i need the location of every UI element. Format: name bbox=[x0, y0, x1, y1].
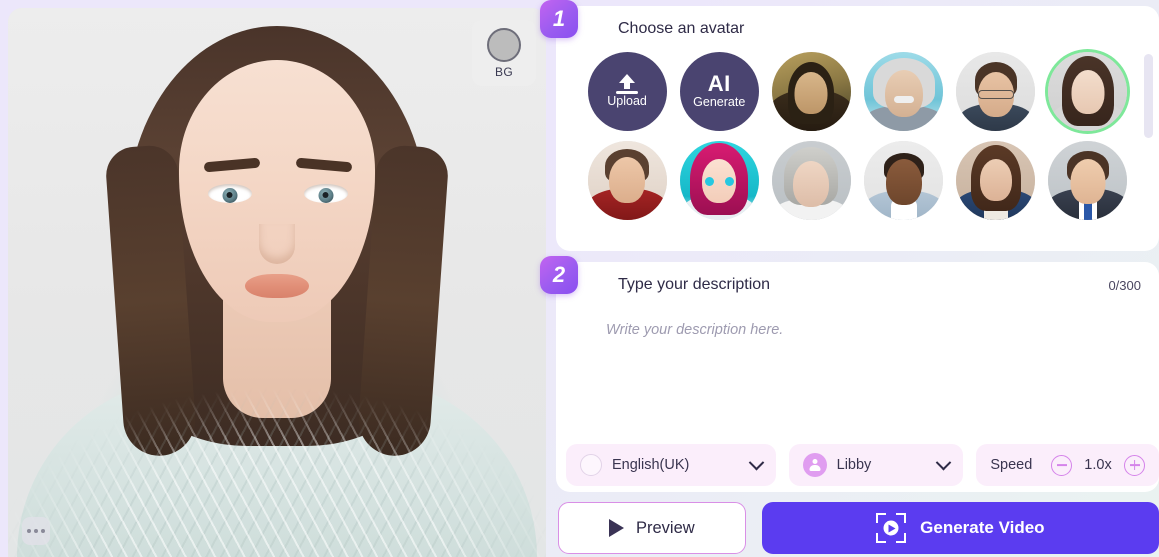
avatar-cell: Upload bbox=[586, 52, 668, 131]
plus-icon[interactable] bbox=[1124, 454, 1146, 476]
avatar-cell bbox=[955, 141, 1037, 220]
voice-settings-row: English(UK) Libby Speed 1.0x bbox=[556, 444, 1159, 486]
avatar-grid: Upload AI Generate bbox=[556, 38, 1159, 220]
step-1-badge: 1 bbox=[540, 0, 578, 38]
choose-avatar-card: 1 Choose an avatar Upload AI Generate bbox=[540, 0, 1159, 251]
preview-button[interactable]: Preview bbox=[558, 502, 746, 554]
avatar-option-man-red-jacket[interactable] bbox=[587, 141, 667, 220]
preview-button-label: Preview bbox=[636, 518, 695, 537]
step-2-badge: 2 bbox=[540, 256, 578, 294]
chevron-down-icon bbox=[936, 454, 952, 470]
video-capture-icon bbox=[876, 513, 907, 543]
language-select[interactable]: English(UK) bbox=[566, 444, 776, 486]
avatar-option-senior-woman[interactable] bbox=[771, 141, 851, 220]
language-value: English(UK) bbox=[612, 457, 690, 473]
avatar-option-anime-pink-hair[interactable] bbox=[679, 141, 759, 220]
person-icon bbox=[802, 453, 827, 477]
description-header: 2 Type your description 0/300 bbox=[540, 256, 1159, 294]
avatar-cell: AI Generate bbox=[678, 52, 760, 131]
ai-generate-avatar-button[interactable]: AI Generate bbox=[679, 52, 759, 131]
generate-video-button[interactable]: Generate Video bbox=[761, 502, 1159, 554]
avatar-option-man-suit-tie[interactable] bbox=[1048, 141, 1128, 220]
background-circle-icon bbox=[487, 27, 521, 62]
page-title: Choose an avatar bbox=[618, 20, 745, 37]
avatar-portrait-image bbox=[8, 8, 546, 557]
avatar-option-einstein[interactable] bbox=[864, 52, 944, 131]
generate-video-button-label: Generate Video bbox=[920, 518, 1045, 537]
speed-stepper: Speed 1.0x bbox=[976, 444, 1159, 486]
editor-column: 1 Choose an avatar Upload AI Generate 2 … bbox=[540, 0, 1159, 557]
avatar-cell bbox=[1047, 141, 1129, 220]
ellipsis-icon[interactable] bbox=[22, 517, 50, 545]
action-bar: Preview Generate Video bbox=[556, 502, 1159, 554]
avatar-cell bbox=[770, 141, 852, 220]
description-placeholder: Write your description here. bbox=[606, 322, 784, 338]
avatar-cell bbox=[862, 52, 944, 131]
upload-label: Upload bbox=[607, 94, 647, 109]
portrait-sweater-texture bbox=[8, 387, 546, 557]
character-counter: 0/300 bbox=[1108, 277, 1141, 293]
avatar-cell bbox=[1047, 52, 1129, 131]
avatar-cell bbox=[770, 52, 852, 131]
background-button[interactable]: BG bbox=[472, 20, 536, 86]
app-root: BG 1 Choose an avatar Upload AI Generate… bbox=[0, 0, 1159, 557]
speed-label: Speed bbox=[990, 457, 1033, 473]
voice-value: Libby bbox=[836, 457, 872, 473]
avatar-cell bbox=[586, 141, 668, 220]
avatar-cell bbox=[955, 52, 1037, 131]
upload-arrow-icon bbox=[616, 74, 639, 94]
avatar-option-woman-blazer[interactable] bbox=[956, 141, 1036, 220]
minus-icon[interactable] bbox=[1051, 454, 1073, 476]
chevron-down-icon bbox=[748, 454, 764, 470]
avatar-option-man-blue-shirt[interactable] bbox=[864, 141, 944, 220]
avatar-preview-panel: BG bbox=[8, 8, 546, 557]
background-button-label: BG bbox=[495, 64, 513, 79]
ai-label: AI bbox=[707, 71, 731, 97]
avatar-list-scrollbar[interactable] bbox=[1144, 54, 1153, 244]
portrait-lips bbox=[245, 274, 309, 298]
avatar-option-woman-dark-hair-selected[interactable] bbox=[1048, 52, 1128, 131]
voice-select[interactable]: Libby bbox=[788, 444, 964, 486]
play-icon bbox=[609, 519, 624, 537]
description-title: Type your description bbox=[618, 276, 771, 293]
avatar-cell bbox=[862, 141, 944, 220]
speed-value: 1.0x bbox=[1084, 457, 1112, 473]
upload-avatar-button[interactable]: Upload bbox=[587, 52, 667, 131]
choose-avatar-header: 1 Choose an avatar bbox=[540, 0, 1159, 38]
generate-label: Generate bbox=[693, 95, 746, 110]
avatar-option-mona-lisa[interactable] bbox=[771, 52, 851, 131]
portrait-eye-right bbox=[304, 184, 348, 203]
scrollbar-thumb[interactable] bbox=[1144, 54, 1153, 138]
avatar-option-man-glasses[interactable] bbox=[956, 52, 1036, 131]
portrait-nose bbox=[259, 224, 295, 264]
flag-placeholder-icon bbox=[580, 454, 602, 476]
portrait-eye-left bbox=[208, 184, 252, 203]
avatar-cell bbox=[678, 141, 760, 220]
